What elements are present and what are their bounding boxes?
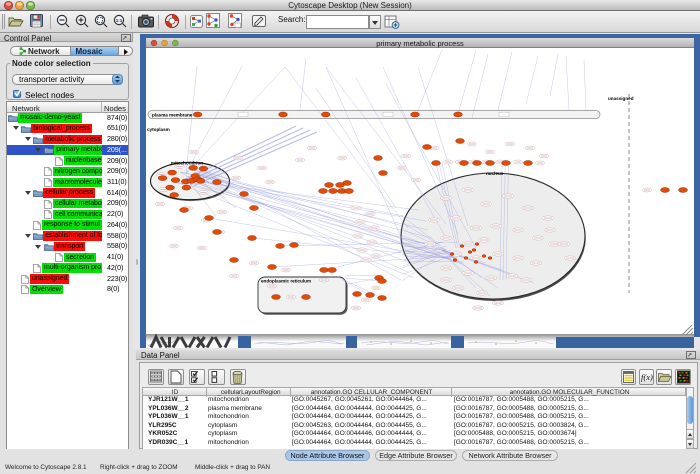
svg-text:endoplasmic reticulum: endoplasmic reticulum bbox=[261, 279, 311, 284]
svg-text:cytoplasm: cytoplasm bbox=[147, 127, 170, 132]
svg-text:unassigned: unassigned bbox=[608, 96, 634, 101]
svg-text:nucleus: nucleus bbox=[486, 171, 504, 176]
svg-text:1:1: 1:1 bbox=[116, 18, 123, 23]
svg-text:mitochondrion: mitochondrion bbox=[171, 161, 203, 166]
svg-text:f(x): f(x) bbox=[641, 372, 653, 382]
svg-text:plasma membrane: plasma membrane bbox=[152, 113, 193, 118]
